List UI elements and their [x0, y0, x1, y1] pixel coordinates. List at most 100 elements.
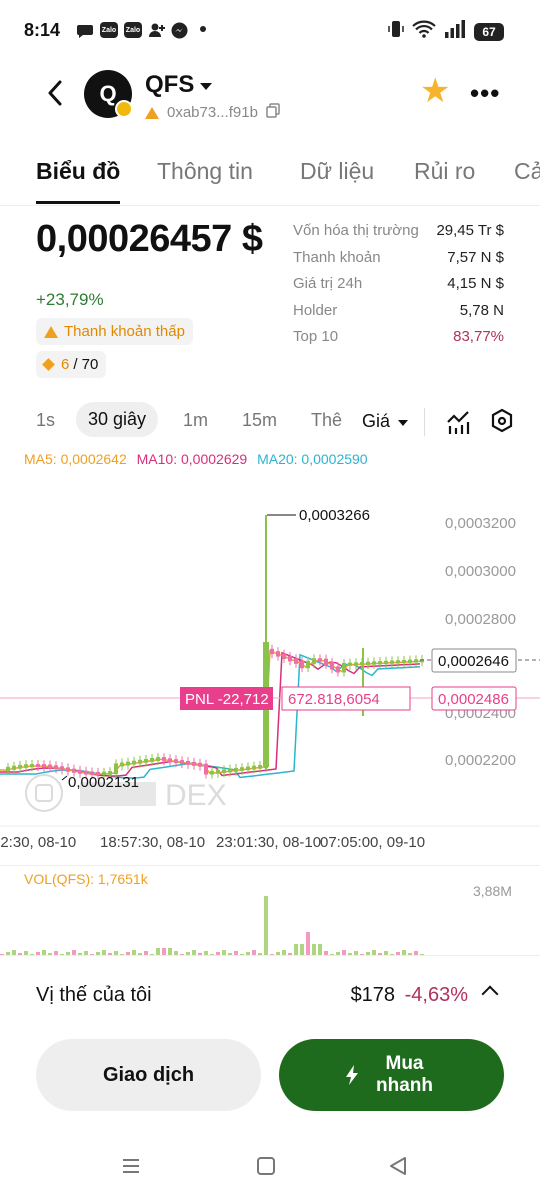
- volume-max-tick: 3,88M: [473, 883, 512, 899]
- price-block: 0,00026457 $ +23,79% Thanh khoản thấp 6 …: [36, 218, 263, 378]
- tab-info[interactable]: Thông tin: [157, 158, 253, 185]
- status-right: 67: [388, 20, 504, 43]
- candle: [408, 659, 412, 663]
- current-price-tag-text: 0,0002646: [438, 653, 509, 670]
- candle: [234, 767, 238, 772]
- token-selector[interactable]: QFS: [145, 71, 213, 99]
- candle: [378, 661, 382, 665]
- volume-label: VOL(QFS): 1,7651k: [24, 871, 149, 887]
- settings-hex-icon[interactable]: [490, 408, 514, 439]
- x-tick-label: 52:30, 08-10: [0, 834, 76, 851]
- candle: [414, 659, 418, 663]
- stat-market-cap: Vốn hóa thị trường 29,45 Tr $: [293, 222, 504, 249]
- liquidity-warning-text: Thanh khoản thấp: [64, 323, 185, 340]
- stat-label: Top 10: [293, 328, 339, 345]
- chevron-left-icon: [48, 80, 62, 106]
- liquidity-warning-badge[interactable]: Thanh khoản thấp: [36, 318, 193, 345]
- status-time: 8:14: [24, 20, 61, 40]
- timeframe-1m[interactable]: 1m: [183, 410, 208, 431]
- token-symbol: QFS: [145, 71, 195, 98]
- trade-button[interactable]: Giao dịch: [36, 1039, 261, 1111]
- candle: [6, 766, 10, 771]
- stat-value: 5,78 N: [459, 301, 504, 319]
- entry-price-text: 0,0002486: [438, 691, 509, 708]
- chevron-up-icon[interactable]: [481, 985, 499, 1003]
- tab-risk[interactable]: Rủi ro: [414, 158, 475, 185]
- copy-icon[interactable]: [266, 103, 280, 122]
- chart-svg[interactable]: DEX 0,0003200 0,0003000 0,0002800 0,0002…: [0, 470, 540, 860]
- candle: [216, 770, 220, 774]
- ma-lines: [0, 649, 421, 779]
- status-bar: 8:14 Zalo Zalo 67: [0, 0, 540, 62]
- candle: [36, 764, 40, 768]
- candle: [54, 765, 58, 770]
- candle: [348, 662, 352, 666]
- recent-apps-icon[interactable]: [121, 1156, 141, 1181]
- quick-buy-button[interactable]: Mua nhanh: [279, 1039, 504, 1111]
- score-total: / 70: [73, 356, 99, 373]
- favorite-star-icon[interactable]: ★: [420, 74, 450, 108]
- candle: [240, 767, 244, 771]
- score-badge[interactable]: 6 / 70: [36, 351, 107, 378]
- stat-value: 4,15 N $: [447, 275, 504, 292]
- tab-data[interactable]: Dữ liệu: [300, 158, 374, 185]
- ma-legend: MA5: 0,0002642 MA10: 0,0002629 MA20: 0,0…: [24, 451, 368, 467]
- ma10-label: MA10: 0,0002629: [136, 451, 248, 467]
- candle: [150, 758, 154, 762]
- volume-chart: VOL(QFS): 1,7651k 3,88M: [0, 865, 540, 956]
- candle: [144, 758, 148, 763]
- candle: [252, 765, 256, 770]
- price-type-select[interactable]: Giá: [362, 411, 409, 432]
- stat-holders: Holder 5,78 N: [293, 302, 504, 329]
- y-tick-label: 0,0003200: [445, 515, 516, 532]
- home-icon[interactable]: [256, 1156, 276, 1181]
- add-user-icon: [148, 22, 166, 43]
- candles: [6, 515, 424, 779]
- pnl-tag-text: PNL -22,712: [185, 691, 269, 708]
- timeframe-more[interactable]: Thê: [311, 410, 342, 431]
- timeframe-bar: 1s 30 giây 1m 15m Thê Giá: [0, 402, 540, 442]
- tab-chart[interactable]: Biểu đồ: [36, 158, 120, 185]
- candle: [276, 651, 280, 657]
- timeframe-15m[interactable]: 15m: [242, 410, 277, 431]
- timeframe-1s[interactable]: 1s: [36, 410, 55, 431]
- candle: [66, 767, 70, 772]
- more-options-icon[interactable]: •••: [470, 78, 500, 109]
- tab-underline: [36, 201, 120, 204]
- chain-badge-icon: [115, 100, 133, 118]
- candle: [174, 759, 178, 764]
- zalo-app-icon: Zalo: [124, 22, 142, 38]
- price-type-label: Giá: [362, 411, 391, 431]
- quick-buy-label: Mua nhanh: [376, 1053, 433, 1096]
- candle: [186, 761, 190, 765]
- back-nav-icon[interactable]: [388, 1156, 408, 1181]
- candle: [12, 765, 16, 770]
- price-chart[interactable]: DEX 0,0003200 0,0003000 0,0002800 0,0002…: [0, 470, 540, 860]
- position-value: $178: [350, 984, 396, 1006]
- high-marker: 0,0003266: [267, 507, 370, 524]
- tab-more[interactable]: Cả: [514, 158, 540, 185]
- indicator-icon[interactable]: [446, 408, 470, 439]
- candle: [180, 760, 184, 764]
- candle: [72, 768, 76, 773]
- candle: [384, 660, 388, 665]
- low-label: 0,0002131: [68, 774, 139, 791]
- timeframe-30s[interactable]: 30 giây: [76, 402, 159, 437]
- warning-icon: [145, 106, 159, 119]
- pnl-amount-text: 672.818,6054: [288, 691, 380, 708]
- stat-value: 29,45 Tr $: [436, 222, 504, 239]
- chat-bubble-icon: [76, 23, 94, 44]
- ma20-line: [0, 653, 421, 779]
- candle: [330, 661, 334, 670]
- position-value-row: $178 -4,63%: [351, 984, 468, 1007]
- stat-label: Giá trị 24h: [293, 275, 363, 292]
- stat-value: 83,77%: [453, 328, 504, 345]
- vibrate-icon: [388, 20, 404, 43]
- stat-label: Vốn hóa thị trường: [293, 222, 419, 239]
- candle: [30, 764, 34, 768]
- back-button[interactable]: [40, 76, 70, 110]
- candle: [168, 758, 172, 763]
- candle: [282, 653, 286, 659]
- ma5-label: MA5: 0,0002642: [24, 451, 127, 467]
- token-logo-letter: Q: [99, 81, 117, 106]
